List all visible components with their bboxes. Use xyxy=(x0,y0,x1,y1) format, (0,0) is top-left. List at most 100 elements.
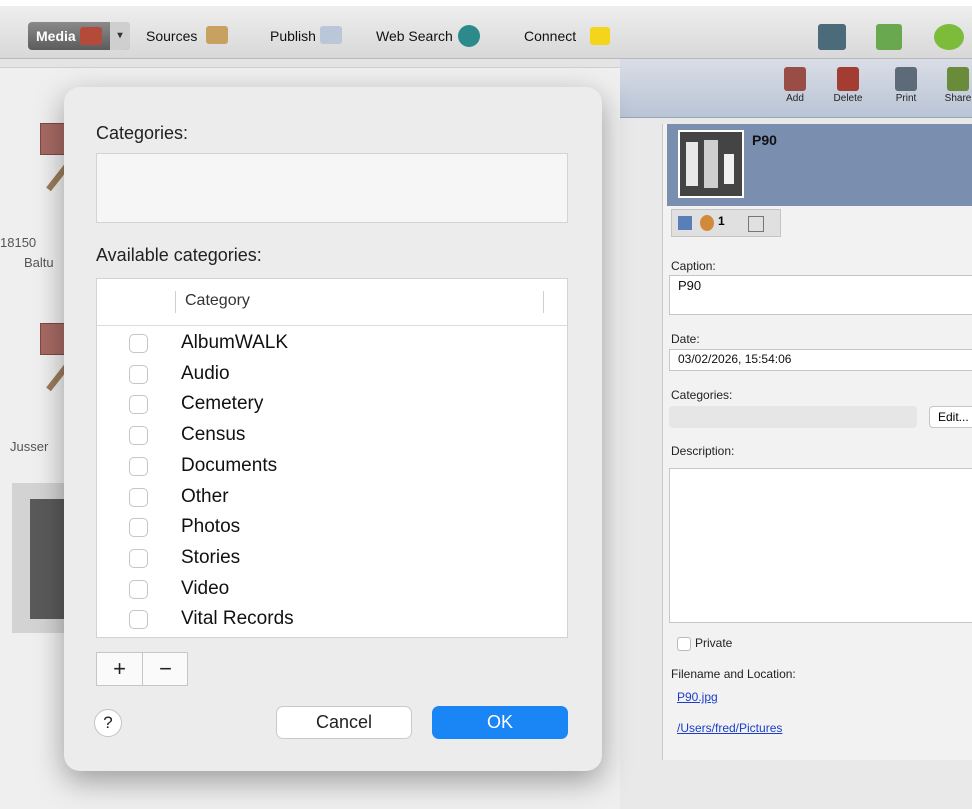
printer-icon xyxy=(895,67,917,91)
private-label: Private xyxy=(695,636,733,650)
photo-thumbnail xyxy=(678,130,744,198)
category-checkbox[interactable] xyxy=(129,456,148,476)
people-count: 1 xyxy=(718,214,725,228)
category-checkbox[interactable] xyxy=(129,518,148,538)
tab-sources[interactable]: Sources xyxy=(146,24,228,48)
tab-connect[interactable]: Connect xyxy=(524,24,610,48)
category-label: Audio xyxy=(181,362,230,384)
category-label: Documents xyxy=(181,454,278,476)
category-column-header[interactable]: Category xyxy=(185,292,250,310)
category-row[interactable]: Stories xyxy=(97,543,567,574)
date-field[interactable]: 03/02/2026, 15:54:06 xyxy=(669,349,972,371)
tab-publish[interactable]: Publish xyxy=(270,24,342,48)
familysearch-icon[interactable] xyxy=(818,24,846,50)
category-row[interactable]: Other xyxy=(97,482,567,513)
add-button[interactable]: Add xyxy=(775,67,815,104)
note-icon xyxy=(590,27,610,45)
category-row[interactable]: Census xyxy=(97,420,567,451)
people-icon[interactable] xyxy=(700,215,714,231)
print-button[interactable]: Print xyxy=(886,67,926,104)
tab-media-label: Media xyxy=(36,28,76,44)
edit-details-icon[interactable] xyxy=(678,216,692,230)
categories-table: Category AlbumWALK Audio Cemetery Census Doc… xyxy=(96,278,568,638)
table-header: Category xyxy=(97,279,567,326)
category-checkbox[interactable] xyxy=(129,610,148,630)
hint-leaf-icon[interactable] xyxy=(934,24,964,50)
location-link[interactable]: /Users/fred/Pictures xyxy=(677,721,782,735)
media-item-label: 18150 xyxy=(0,235,37,250)
remove-category-button[interactable]: − xyxy=(143,653,188,685)
share-button-label: Share xyxy=(944,93,972,104)
selected-categories-box[interactable] xyxy=(96,153,568,223)
cancel-button[interactable]: Cancel xyxy=(276,706,412,739)
tab-connect-label: Connect xyxy=(524,28,577,44)
available-categories-heading: Available categories: xyxy=(96,245,262,265)
add-button-label: Add xyxy=(786,93,804,104)
category-checkbox[interactable] xyxy=(129,487,148,507)
categories-label: Categories: xyxy=(671,388,733,402)
filename-link[interactable]: P90.jpg xyxy=(677,690,718,704)
delete-button[interactable]: Delete xyxy=(828,67,868,104)
print-button-label: Print xyxy=(895,93,917,104)
category-row[interactable]: Vital Records xyxy=(97,604,567,635)
add-media-icon xyxy=(784,67,806,91)
category-checkbox[interactable] xyxy=(129,334,148,353)
tree-sync-icon[interactable] xyxy=(876,24,902,50)
description-field[interactable] xyxy=(669,468,972,623)
category-checkbox[interactable] xyxy=(129,364,148,384)
detail-panel: 1 Caption: P90 Date: 03/02/2026, 15:54:0… xyxy=(662,124,972,760)
chevron-down-icon[interactable]: ▾ xyxy=(110,22,130,50)
category-row[interactable]: Cemetery xyxy=(97,389,567,420)
date-label: Date: xyxy=(671,332,700,346)
category-label: Video xyxy=(181,577,230,599)
category-row[interactable]: Photos xyxy=(97,512,567,543)
media-subtoolbar xyxy=(0,59,620,68)
category-row[interactable]: Audio xyxy=(97,359,567,390)
category-checkbox[interactable] xyxy=(129,579,148,599)
tab-web-search-label: Web Search xyxy=(376,28,453,44)
share-icon xyxy=(947,67,969,91)
share-button[interactable]: Share xyxy=(938,67,972,104)
category-checkbox[interactable] xyxy=(129,548,148,568)
add-category-button[interactable]: + xyxy=(97,653,142,685)
tab-web-search[interactable]: Web Search xyxy=(376,24,480,48)
media-actions-toolbar: Add Delete Print Share xyxy=(620,59,972,118)
caption-label: Caption: xyxy=(671,259,716,273)
edit-categories-button[interactable]: Edit... xyxy=(929,406,972,428)
media-icon xyxy=(80,27,102,45)
ok-button[interactable]: OK xyxy=(432,706,568,739)
caption-field[interactable]: P90 xyxy=(669,275,972,315)
category-label: Cemetery xyxy=(181,393,264,415)
add-remove-control: + − xyxy=(96,652,188,686)
category-label: Census xyxy=(181,424,246,446)
copy-icon[interactable] xyxy=(748,216,764,232)
description-label: Description: xyxy=(671,444,735,458)
category-label: Vital Records xyxy=(181,608,294,630)
tab-media[interactable]: Media ▾ xyxy=(28,22,130,50)
categories-heading: Categories: xyxy=(96,123,189,143)
category-checkbox[interactable] xyxy=(129,426,148,446)
photo-title: P90 xyxy=(752,132,777,148)
photo-figure xyxy=(686,142,698,186)
photo-figure xyxy=(724,154,734,184)
category-row[interactable]: AlbumWALK xyxy=(97,328,567,359)
category-label: Other xyxy=(181,485,229,507)
category-row[interactable]: Video xyxy=(97,574,567,605)
photo-figure xyxy=(704,140,718,188)
delete-button-label: Delete xyxy=(833,93,863,104)
category-row[interactable]: Documents xyxy=(97,451,567,482)
column-divider xyxy=(543,291,544,313)
category-checkbox[interactable] xyxy=(129,395,148,415)
publish-icon xyxy=(320,26,342,44)
media-item-label: Baltu xyxy=(24,255,54,270)
tab-sources-label: Sources xyxy=(146,28,198,44)
help-button[interactable]: ? xyxy=(94,709,122,737)
media-item-selected[interactable] xyxy=(12,483,72,633)
category-label: Stories xyxy=(181,546,241,568)
categories-field xyxy=(669,406,917,428)
file-location-label: Filename and Location: xyxy=(671,667,796,681)
detail-tabs: 1 xyxy=(671,209,781,237)
column-divider xyxy=(175,291,176,313)
categories-dialog: Categories: Available categories: Catego… xyxy=(64,87,602,771)
private-checkbox[interactable] xyxy=(677,637,691,651)
